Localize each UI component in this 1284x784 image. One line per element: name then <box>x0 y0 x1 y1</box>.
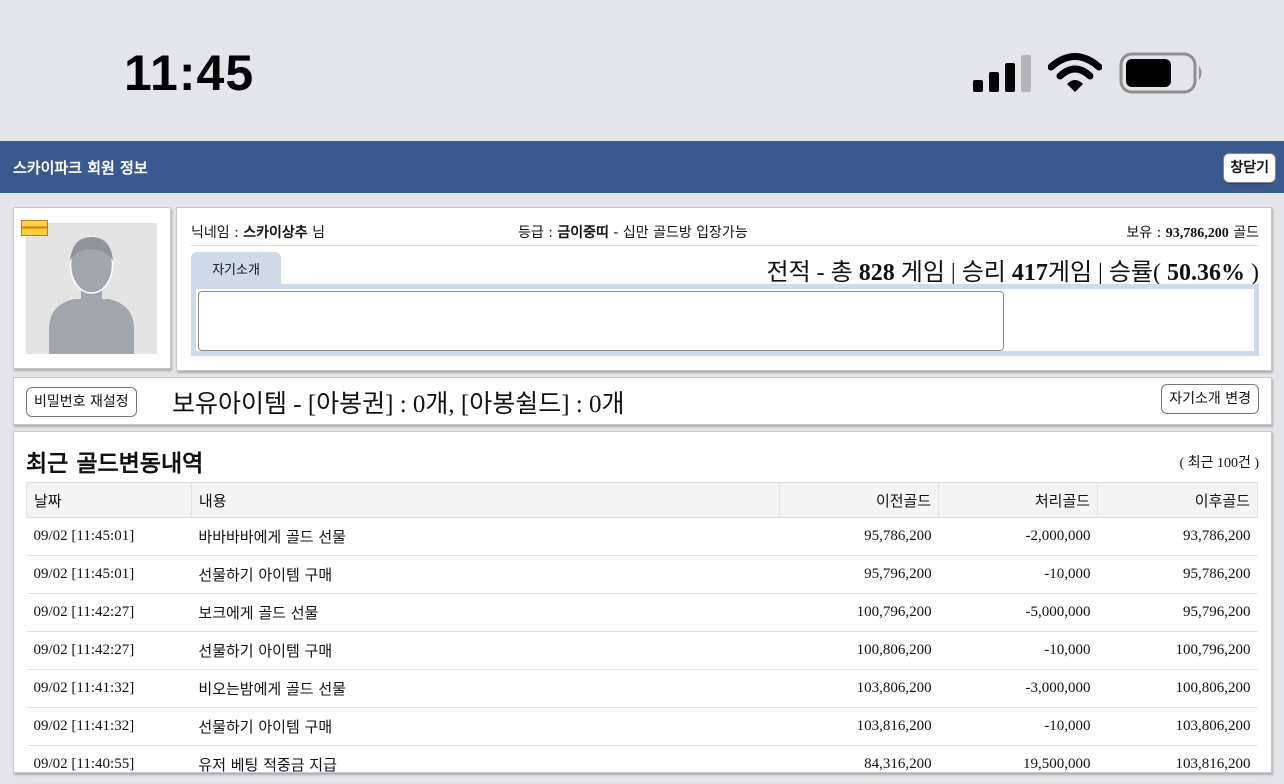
nickname-line: 닉네임 : 스카이상추 님 <box>191 225 326 241</box>
owned-items: 보유아이템 - [아봉권] : 0개, [아봉쉴드] : 0개 <box>172 391 625 418</box>
game-stats: 전적 - 총 828 게임 | 승리 417게임 | 승률( 50.36% ) <box>766 260 1259 286</box>
cell-desc: 유저 베팅 적중금 지급 <box>191 745 780 784</box>
table-row: 09/02 [11:40:55] 유저 베팅 적중금 지급 84,316,200 19… <box>26 745 1258 784</box>
column-header-date: 날짜 <box>26 482 192 518</box>
column-header-change: 처리골드 <box>938 482 1099 518</box>
table-row: 09/02 [11:41:32] 비오는밤에게 골드 선물 103,806,200-… <box>26 669 1258 708</box>
cell-change: -10,000 <box>938 707 1098 746</box>
table-header: 날짜 내용 이전골드 처리골드 이후골드 <box>26 482 1258 518</box>
cell-after: 95,796,200 <box>1097 593 1258 632</box>
cell-desc: 선물하기 아이템 구매 <box>191 631 780 670</box>
cell-change: -3,000,000 <box>938 669 1098 708</box>
nickname: 스카이상추 <box>243 225 308 241</box>
status-bar: 11:45 <box>0 0 1284 141</box>
cell-date: 09/02 [11:42:27] <box>26 593 192 632</box>
win-count: 417 <box>1011 260 1048 286</box>
cell-before: 95,796,200 <box>779 555 939 594</box>
cell-after: 93,786,200 <box>1097 517 1258 556</box>
grade: 금이중띠 <box>557 225 609 241</box>
table-row: 09/02 [11:45:01] 선물하기 아이템 구매 95,796,200 -10… <box>26 555 1258 594</box>
column-header-after: 이후골드 <box>1097 482 1258 518</box>
recent-count-note: ( 최근 100건 ) <box>1179 456 1259 471</box>
cell-desc: 선물하기 아이템 구매 <box>191 555 780 594</box>
cell-after: 100,806,200 <box>1097 669 1258 708</box>
close-window-button[interactable]: 창닫기 <box>1223 153 1276 183</box>
cell-before: 95,786,200 <box>779 517 939 556</box>
section-title: 최근 골드변동내역 <box>26 451 204 477</box>
window-titlebar: 스카이파크 회원 정보 창닫기 <box>0 141 1284 193</box>
cell-after: 103,816,200 <box>1097 745 1258 784</box>
table-row: 09/02 [11:41:32] 선물하기 아이템 구매 103,816,200 -1… <box>26 707 1258 746</box>
cell-after: 95,786,200 <box>1097 555 1258 594</box>
status-time: 11:45 <box>124 45 255 101</box>
user-silhouette-icon <box>49 236 134 354</box>
cell-desc: 비오는밤에게 골드 선물 <box>191 669 780 708</box>
cell-change: -10,000 <box>938 631 1098 670</box>
holding-gold: 93,786,200 <box>1165 226 1229 241</box>
items-panel: 비밀번호 재설정 보유아이템 - [아봉권] : 0개, [아봉쉴드] : 0개… <box>13 377 1272 425</box>
reset-password-button[interactable]: 비밀번호 재설정 <box>26 387 137 417</box>
cell-date: 09/02 [11:45:01] <box>26 517 192 556</box>
cell-change: 19,500,000 <box>938 745 1098 784</box>
cell-before: 103,806,200 <box>779 669 939 708</box>
table-row: 09/02 [11:42:27] 보크에게 골드 선물 100,796,200 -5,… <box>26 593 1258 632</box>
cell-before: 84,316,200 <box>779 745 939 784</box>
avatar-panel <box>13 207 171 369</box>
cell-change: -10,000 <box>938 555 1098 594</box>
divider <box>191 245 1259 246</box>
cell-desc: 선물하기 아이템 구매 <box>191 707 780 746</box>
cell-change: -5,000,000 <box>938 593 1098 632</box>
cell-date: 09/02 [11:42:27] <box>26 631 192 670</box>
cell-date: 09/02 [11:41:32] <box>26 669 192 708</box>
cellular-signal-icon <box>973 55 1031 92</box>
total-games: 828 <box>858 260 895 286</box>
cell-desc: 바바바바에게 골드 선물 <box>191 517 780 556</box>
grade-line: 등급 : 금이중띠 - 십만 골드방 입장가능 <box>518 225 748 241</box>
table-row: 09/02 [11:42:27] 선물하기 아이템 구매 100,806,200 -1… <box>26 631 1258 670</box>
change-intro-button[interactable]: 자기소개 변경 <box>1161 384 1259 414</box>
gold-history-panel: 최근 골드변동내역 ( 최근 100건 ) 날짜 내용 이전골드 처리골드 이후… <box>13 431 1272 784</box>
cell-before: 100,806,200 <box>779 631 939 670</box>
win-rate: 50.36% <box>1167 260 1245 286</box>
table-row: 09/02 [11:45:01] 바바바바에게 골드 선물 95,786,200 -2… <box>26 517 1258 556</box>
intro-textbox[interactable] <box>198 291 1004 351</box>
cell-after: 100,796,200 <box>1097 631 1258 670</box>
column-header-desc: 내용 <box>190 482 781 518</box>
cell-before: 100,796,200 <box>779 593 939 632</box>
intro-area <box>191 284 1259 356</box>
cell-change: -2,000,000 <box>938 517 1098 556</box>
cell-date: 09/02 [11:40:55] <box>26 745 192 784</box>
profile-panel: 닉네임 : 스카이상추 님 등급 : 금이중띠 - 십만 골드방 입장가능 보유… <box>176 207 1272 371</box>
tab-intro[interactable]: 자기소개 <box>191 252 281 285</box>
cell-date: 09/02 [11:41:32] <box>26 707 192 746</box>
wifi-icon <box>1048 53 1102 92</box>
grade-badge-icon <box>21 220 48 236</box>
cell-desc: 보크에게 골드 선물 <box>191 593 780 632</box>
cell-after: 103,806,200 <box>1097 707 1258 746</box>
cell-before: 103,816,200 <box>779 707 939 746</box>
column-header-before: 이전골드 <box>779 482 940 518</box>
gold-history-table: 날짜 내용 이전골드 처리골드 이후골드 09/02 [11:45:01] 바바바… <box>26 482 1258 784</box>
cell-date: 09/02 [11:45:01] <box>26 555 192 594</box>
holding-gold-line: 보유 : 93,786,200 골드 <box>1126 225 1259 241</box>
battery-icon <box>1119 52 1202 94</box>
avatar <box>26 223 157 354</box>
window-title: 스카이파크 회원 정보 <box>13 159 148 177</box>
